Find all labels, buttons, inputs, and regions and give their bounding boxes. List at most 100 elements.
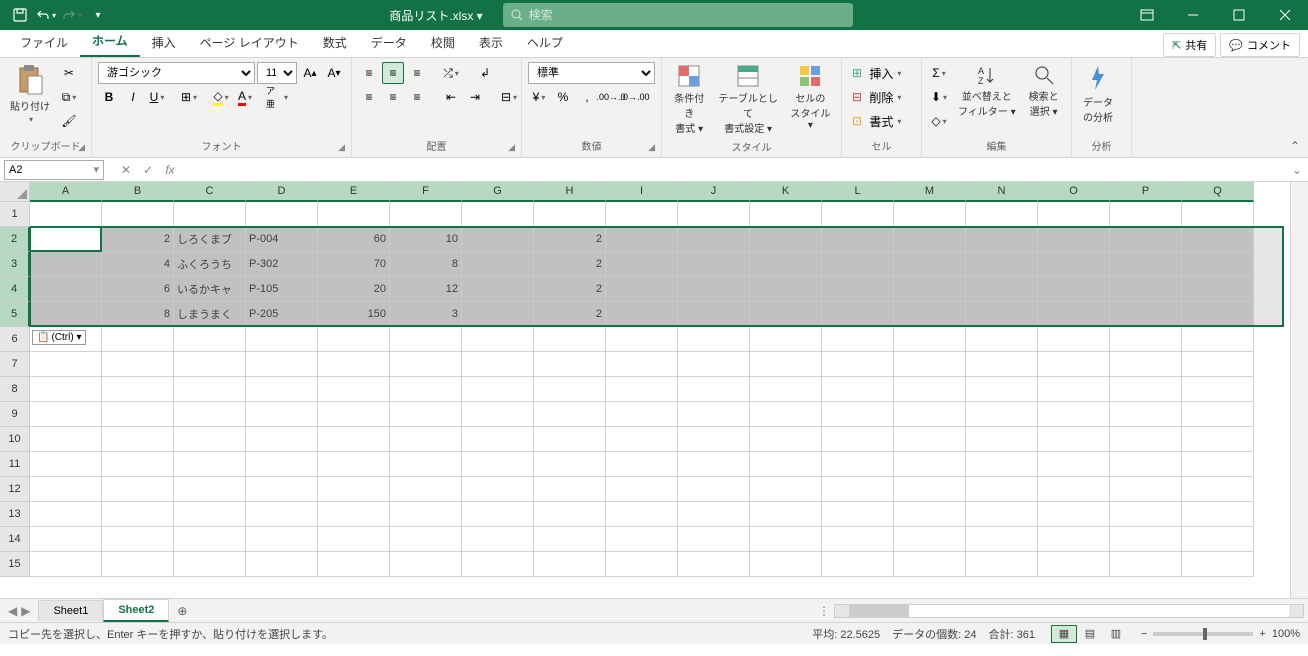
cell-N9[interactable] (966, 402, 1038, 427)
col-header-F[interactable]: F (390, 182, 462, 202)
cell-L8[interactable] (822, 377, 894, 402)
cell-N13[interactable] (966, 502, 1038, 527)
cell-J6[interactable] (678, 327, 750, 352)
cell-G13[interactable] (462, 502, 534, 527)
cell-D3[interactable]: P-302 (246, 252, 318, 277)
cell-L5[interactable] (822, 302, 894, 327)
cell-I11[interactable] (606, 452, 678, 477)
enter-formula-icon[interactable]: ✓ (138, 163, 158, 177)
cell-K14[interactable] (750, 527, 822, 552)
tab-home[interactable]: ホーム (80, 26, 140, 57)
cell-N6[interactable] (966, 327, 1038, 352)
cell-P4[interactable] (1110, 277, 1182, 302)
cell-J1[interactable] (678, 202, 750, 227)
cell-K15[interactable] (750, 552, 822, 577)
cell-D5[interactable]: P-205 (246, 302, 318, 327)
cell-O12[interactable] (1038, 477, 1110, 502)
row-header-13[interactable]: 13 (0, 502, 30, 527)
font-size-select[interactable]: 11 (257, 62, 297, 84)
cell-G4[interactable] (462, 277, 534, 302)
cell-N12[interactable] (966, 477, 1038, 502)
cell-Q13[interactable] (1182, 502, 1254, 527)
cell-F1[interactable] (390, 202, 462, 227)
share-button[interactable]: ⇱共有 (1163, 33, 1216, 57)
cell-F7[interactable] (390, 352, 462, 377)
cell-J5[interactable] (678, 302, 750, 327)
cell-J14[interactable] (678, 527, 750, 552)
cell-L11[interactable] (822, 452, 894, 477)
row-header-4[interactable]: 4 (0, 277, 30, 302)
cell-H6[interactable] (534, 327, 606, 352)
conditional-formatting-button[interactable]: 条件付き 書式 ▾ (668, 62, 710, 137)
cell-A9[interactable] (30, 402, 102, 427)
paste-options-button[interactable]: 📋(Ctrl) ▾ (32, 330, 86, 345)
cell-F12[interactable] (390, 477, 462, 502)
cell-F11[interactable] (390, 452, 462, 477)
cell-J15[interactable] (678, 552, 750, 577)
cell-A12[interactable] (30, 477, 102, 502)
col-header-N[interactable]: N (966, 182, 1038, 202)
tab-review[interactable]: 校閲 (419, 28, 467, 57)
cell-K6[interactable] (750, 327, 822, 352)
select-all-cell[interactable] (0, 182, 30, 202)
row-header-9[interactable]: 9 (0, 402, 30, 427)
zoom-level[interactable]: 100% (1272, 628, 1300, 640)
fill-icon[interactable]: ⬇▾ (928, 86, 950, 108)
align-center-icon[interactable]: ≡ (382, 86, 404, 108)
cell-B14[interactable] (102, 527, 174, 552)
cell-O13[interactable] (1038, 502, 1110, 527)
cell-M9[interactable] (894, 402, 966, 427)
cell-B4[interactable]: 6 (102, 277, 174, 302)
align-bottom-icon[interactable]: ≡ (406, 62, 428, 84)
cell-B3[interactable]: 4 (102, 252, 174, 277)
bold-icon[interactable]: B (98, 86, 120, 108)
cell-O7[interactable] (1038, 352, 1110, 377)
cell-H8[interactable] (534, 377, 606, 402)
cell-H15[interactable] (534, 552, 606, 577)
cell-C8[interactable] (174, 377, 246, 402)
cell-A1[interactable] (30, 202, 102, 227)
cell-E9[interactable] (318, 402, 390, 427)
cell-J8[interactable] (678, 377, 750, 402)
search-box[interactable] (503, 3, 853, 27)
cell-B9[interactable] (102, 402, 174, 427)
cell-F5[interactable]: 3 (390, 302, 462, 327)
cell-B2[interactable]: 2 (102, 227, 174, 252)
percent-icon[interactable]: % (552, 86, 574, 108)
cell-L10[interactable] (822, 427, 894, 452)
cell-I6[interactable] (606, 327, 678, 352)
undo-icon[interactable]: ▾ (34, 3, 58, 27)
cell-I12[interactable] (606, 477, 678, 502)
cell-M8[interactable] (894, 377, 966, 402)
align-right-icon[interactable]: ≡ (406, 86, 428, 108)
cell-Q15[interactable] (1182, 552, 1254, 577)
cell-C2[interactable]: しろくまブ (174, 227, 246, 252)
cell-P3[interactable] (1110, 252, 1182, 277)
cell-P11[interactable] (1110, 452, 1182, 477)
cell-D8[interactable] (246, 377, 318, 402)
cell-A15[interactable] (30, 552, 102, 577)
row-header-1[interactable]: 1 (0, 202, 30, 227)
cell-O3[interactable] (1038, 252, 1110, 277)
cell-C12[interactable] (174, 477, 246, 502)
cell-E14[interactable] (318, 527, 390, 552)
underline-icon[interactable]: U▾ (146, 86, 168, 108)
tab-help[interactable]: ヘルプ (515, 28, 575, 57)
cell-I4[interactable] (606, 277, 678, 302)
cell-K1[interactable] (750, 202, 822, 227)
cell-I10[interactable] (606, 427, 678, 452)
cell-O14[interactable] (1038, 527, 1110, 552)
col-header-B[interactable]: B (102, 182, 174, 202)
sheet-nav-next-icon[interactable]: ▶ (21, 604, 30, 618)
cell-C5[interactable]: しまうまく (174, 302, 246, 327)
orientation-icon[interactable]: ⤮▾ (440, 62, 462, 84)
row-header-15[interactable]: 15 (0, 552, 30, 577)
col-header-G[interactable]: G (462, 182, 534, 202)
cell-N10[interactable] (966, 427, 1038, 452)
cell-P2[interactable] (1110, 227, 1182, 252)
comments-button[interactable]: 💬コメント (1220, 33, 1300, 57)
cell-G3[interactable] (462, 252, 534, 277)
cell-M5[interactable] (894, 302, 966, 327)
cell-L15[interactable] (822, 552, 894, 577)
cell-J10[interactable] (678, 427, 750, 452)
